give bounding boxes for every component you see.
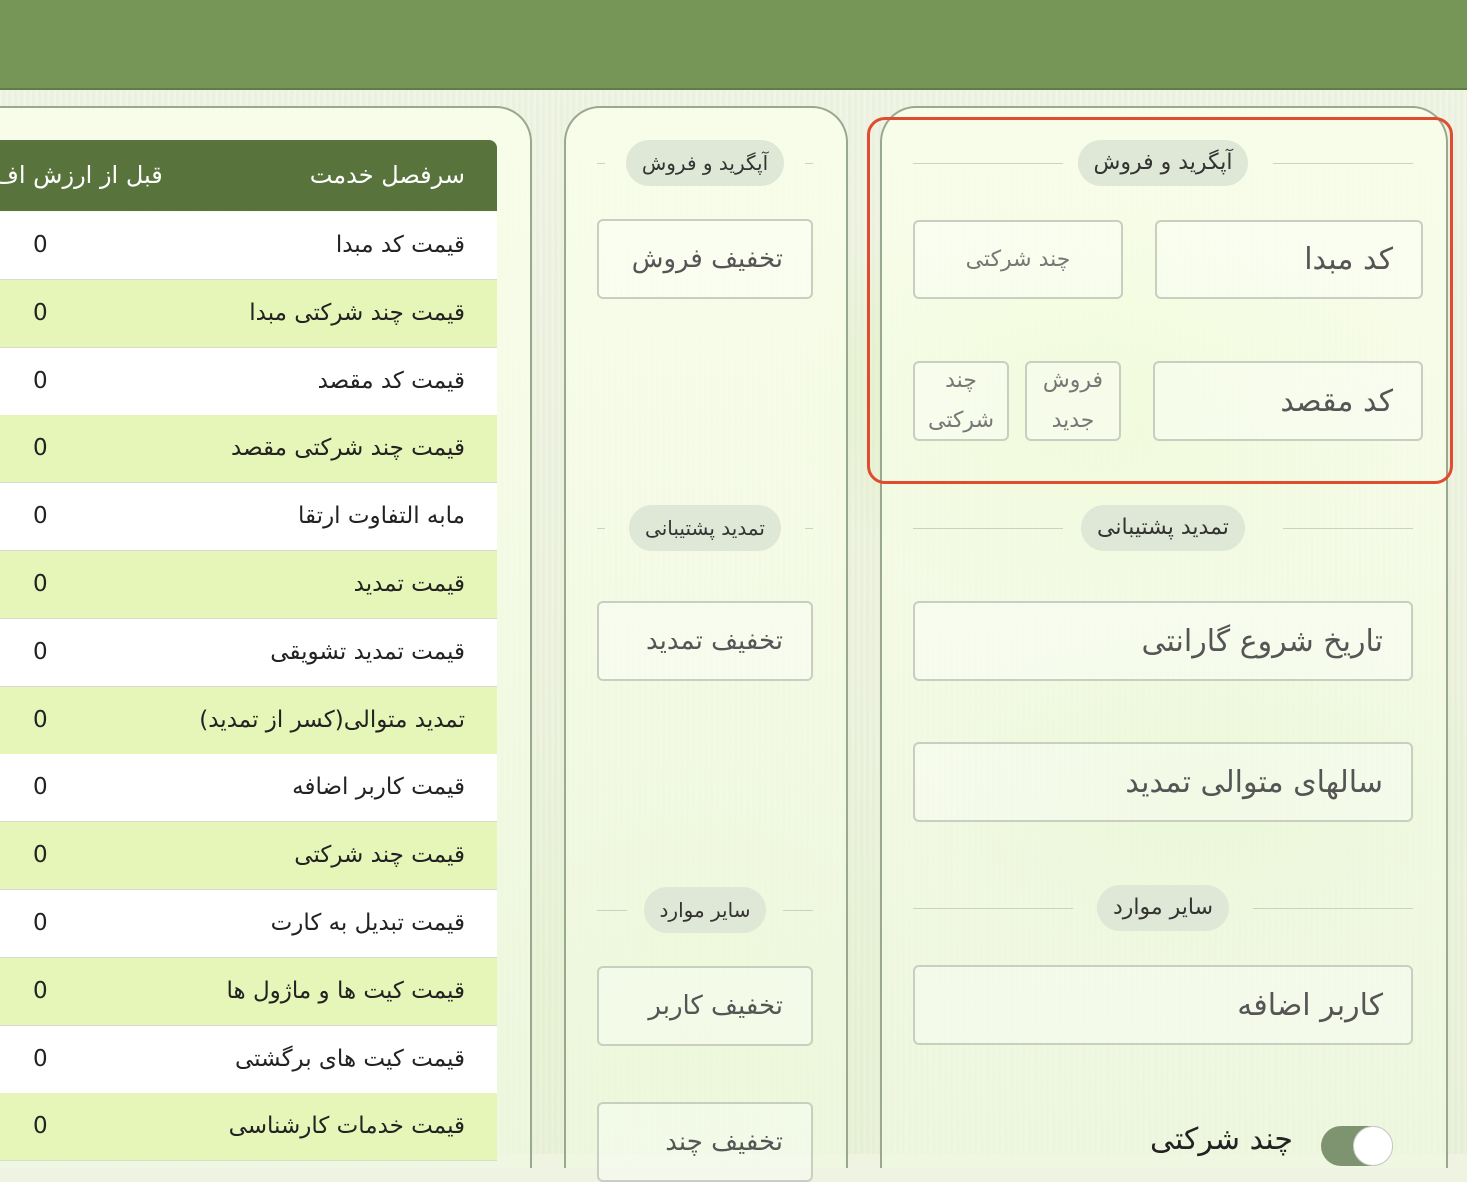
highlight-box	[867, 117, 1453, 484]
table-row: قیمت کیت ها و ماژول ها 0	[0, 957, 497, 1026]
row-service-name: قیمت کد مبدا	[335, 232, 465, 258]
section-label: سایر موارد	[1096, 885, 1230, 931]
table-row: قیمت کیت های برگشتی 0	[0, 1025, 497, 1094]
row-service-name: قیمت کاربر اضافه	[292, 774, 465, 801]
row-service-name: قیمت کیت ها و ماژول ها	[226, 977, 465, 1004]
multi-company-discount-field[interactable]: تخفیف چند	[597, 1102, 813, 1182]
row-service-name: قیمت چند شرکتی	[294, 842, 465, 869]
row-service-name: مابه التفاوت ارتقا	[298, 503, 465, 530]
table-row: قیمت کد مبدا 0	[0, 212, 497, 280]
row-value: 0	[33, 571, 48, 597]
section-label: تمدید پشتیبانی	[629, 505, 781, 551]
multi-company-toggle[interactable]	[1321, 1126, 1393, 1166]
table-row: قیمت تمدید 0	[0, 551, 497, 619]
table-row: قیمت چند شرکتی مبدا 0	[0, 279, 497, 348]
renewal-discount-field[interactable]: تخفیف تمدید	[597, 601, 813, 681]
row-service-name: قیمت تمدید تشویقی	[270, 638, 465, 665]
row-service-name: قیمت تبدیل به کارت	[270, 910, 465, 936]
row-value: 0	[33, 1113, 48, 1140]
mid-section-other: سایر موارد	[597, 887, 813, 933]
warranty-start-date-field[interactable]: تاریخ شروع گارانتی	[913, 601, 1413, 681]
mid-section-upgrade-sale: آپگرید و فروش	[597, 140, 813, 186]
multi-company-toggle-label: چند شرکتی	[1150, 1122, 1293, 1157]
row-service-name: قیمت تمدید	[353, 571, 465, 597]
row-value: 0	[33, 706, 48, 733]
row-value: 0	[33, 842, 48, 869]
right-section-support-renewal: تمدید پشتیبانی	[913, 505, 1413, 551]
table-row: تمدید متوالی(کسر از تمدید) 0	[0, 686, 497, 755]
row-value: 0	[33, 299, 48, 326]
table-row: مابه التفاوت ارتقا 0	[0, 483, 497, 552]
table-row: قیمت تمدید تشویقی 0	[0, 618, 497, 687]
row-service-name: قیمت چند شرکتی مبدا	[249, 299, 465, 326]
row-service-name: قیمت چند شرکتی مقصد	[231, 435, 465, 462]
table-row: قیمت چند شرکتی مقصد 0	[0, 415, 497, 484]
row-service-name: تمدید متوالی(کسر از تمدید)	[199, 706, 465, 733]
consecutive-renewal-years-field[interactable]: سالهای متوالی تمدید	[913, 742, 1413, 822]
row-value: 0	[33, 1045, 48, 1072]
row-value: 0	[33, 503, 48, 530]
table-row: قیمت خدمات کارشناسی 0	[0, 1093, 497, 1162]
column-header-service: سرفصل خدمت	[309, 161, 465, 189]
toggle-knob	[1353, 1126, 1393, 1166]
row-value: 0	[33, 638, 48, 665]
table-row: قیمت کاربر اضافه 0	[0, 754, 497, 823]
sale-discount-field[interactable]: تخفیف فروش	[597, 219, 813, 299]
top-header-bar	[0, 0, 1467, 90]
section-label: سایر موارد	[643, 887, 767, 933]
right-section-other: سایر موارد	[913, 885, 1413, 931]
row-service-name: قیمت خدمات کارشناسی	[228, 1113, 465, 1140]
extra-user-field[interactable]: کاربر اضافه	[913, 965, 1413, 1045]
row-service-name: قیمت کیت های برگشتی	[234, 1045, 465, 1072]
row-service-name: قیمت کد مقصد	[317, 367, 465, 394]
table-row: قیمت چند شرکتی 0	[0, 822, 497, 891]
table-row: قیمت کد مقصد 0	[0, 347, 497, 416]
table-row: قیمت تبدیل به کارت 0	[0, 890, 497, 958]
row-value: 0	[33, 435, 48, 462]
row-value: 0	[33, 910, 48, 936]
section-label: تمدید پشتیبانی	[1081, 505, 1245, 551]
row-value: 0	[33, 232, 48, 258]
row-value: 0	[33, 774, 48, 801]
mid-section-support-renewal: تمدید پشتیبانی	[597, 505, 813, 551]
table-header: سرفصل خدمت قبل از ارزش اف	[0, 140, 497, 211]
row-value: 0	[33, 367, 48, 394]
section-label: آپگرید و فروش	[625, 140, 785, 186]
row-value: 0	[33, 977, 48, 1004]
column-header-before-vat: قبل از ارزش اف	[0, 161, 163, 189]
user-discount-field[interactable]: تخفیف کاربر	[597, 966, 813, 1046]
